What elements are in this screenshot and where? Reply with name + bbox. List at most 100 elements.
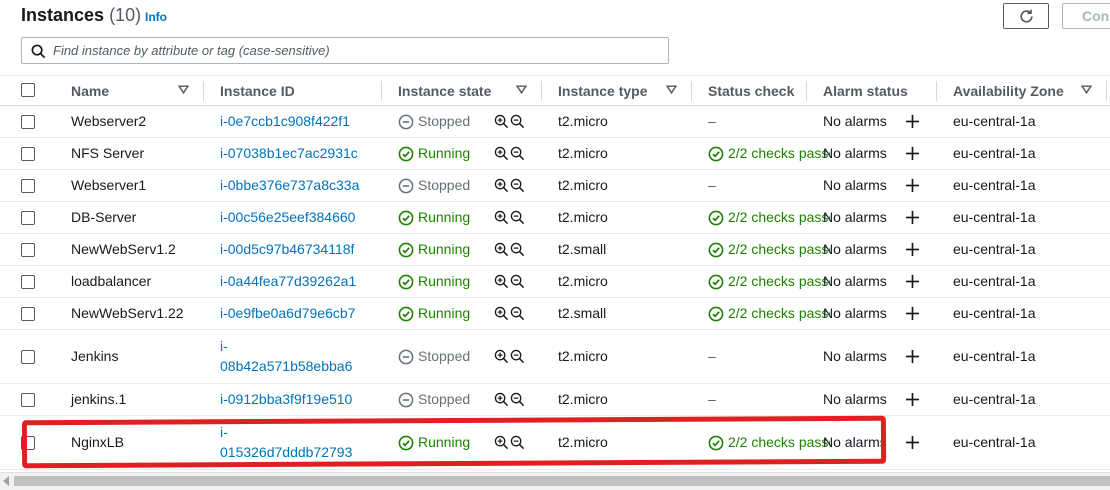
zoom-in-icon[interactable]	[494, 274, 509, 294]
column-divider	[936, 81, 937, 101]
add-alarm-plus-icon[interactable]	[905, 435, 920, 455]
status-check: –	[708, 177, 716, 193]
row-checkbox[interactable]	[21, 275, 35, 289]
add-alarm-plus-icon[interactable]	[905, 146, 920, 166]
sort-caret-icon[interactable]	[516, 84, 527, 95]
instance-type: t2.micro	[558, 145, 608, 161]
table-row[interactable]: Jenkins i- 08b42a571b58ebba6 Stopped t2.micr…	[0, 330, 1110, 384]
availability-zone: eu-central-1a	[953, 273, 1036, 289]
instance-state: Stopped	[418, 113, 471, 129]
stopped-circle-icon	[398, 178, 414, 199]
instance-type: t2.micro	[558, 391, 608, 407]
column-header-availability-zone[interactable]: Availability Zone	[953, 83, 1064, 99]
zoom-out-icon[interactable]	[510, 242, 525, 262]
zoom-out-icon[interactable]	[510, 349, 525, 369]
add-alarm-plus-icon[interactable]	[905, 274, 920, 294]
instance-state: Running	[418, 273, 471, 289]
add-alarm-plus-icon[interactable]	[905, 242, 920, 262]
zoom-out-icon[interactable]	[510, 306, 525, 326]
column-divider	[541, 81, 542, 101]
sort-caret-icon[interactable]	[666, 84, 677, 95]
instance-id-link-continued[interactable]: 08b42a571b58ebba6	[220, 358, 352, 374]
zoom-out-icon[interactable]	[510, 146, 525, 166]
scrollbar-thumb[interactable]	[14, 476, 1110, 486]
column-header-name[interactable]: Name	[71, 83, 109, 99]
instance-type: t2.small	[558, 241, 607, 257]
refresh-button[interactable]	[1003, 3, 1049, 29]
row-checkbox[interactable]	[21, 350, 35, 364]
instance-type: t2.micro	[558, 348, 608, 364]
table-row[interactable]: NewWebServ1.2 i-00d5c97b46734118f Running t…	[0, 234, 1110, 266]
instance-id-link[interactable]: i-0912bba3f9f19e510	[220, 391, 352, 407]
zoom-in-icon[interactable]	[494, 210, 509, 230]
table-row[interactable]: NFS Server i-07038b1ec7ac2931c Running t2.m…	[0, 138, 1110, 170]
zoom-out-icon[interactable]	[510, 114, 525, 134]
availability-zone: eu-central-1a	[953, 209, 1036, 225]
zoom-in-icon[interactable]	[494, 114, 509, 134]
zoom-out-icon[interactable]	[510, 210, 525, 230]
instance-id-link[interactable]: i-00d5c97b46734118f	[220, 241, 354, 257]
table-row[interactable]: NewWebServ1.22 i-0e9fbe0a6d79e6cb7 Running…	[0, 298, 1110, 330]
instance-id-link[interactable]: i-0a44fea77d39262a1	[220, 273, 356, 289]
row-checkbox[interactable]	[21, 307, 35, 321]
row-checkbox[interactable]	[21, 211, 35, 225]
stopped-circle-icon	[398, 114, 414, 135]
zoom-in-icon[interactable]	[494, 306, 509, 326]
instance-name: loadbalancer	[71, 273, 152, 289]
search-icon	[31, 44, 46, 59]
info-link[interactable]: Info	[145, 10, 167, 24]
alarm-status: No alarms	[823, 241, 887, 257]
add-alarm-plus-icon[interactable]	[905, 210, 920, 230]
connect-button[interactable]: Conn	[1062, 3, 1110, 29]
instance-id-link[interactable]: i-	[220, 338, 228, 354]
row-checkbox[interactable]	[21, 179, 35, 193]
table-row[interactable]: Webserver1 i-0bbe376e737a8c33a Stopped t2.m…	[0, 170, 1110, 202]
column-header-instance-type[interactable]: Instance type	[558, 83, 647, 99]
zoom-in-icon[interactable]	[494, 146, 509, 166]
sort-caret-icon[interactable]	[178, 84, 189, 95]
horizontal-scrollbar[interactable]	[0, 472, 1110, 490]
sort-caret-icon[interactable]	[1081, 84, 1092, 95]
row-checkbox[interactable]	[21, 115, 35, 129]
scroll-left-arrow-icon[interactable]	[3, 476, 9, 486]
column-header-alarm-status[interactable]: Alarm status	[823, 83, 908, 99]
column-header-instance-id[interactable]: Instance ID	[220, 83, 295, 99]
table-row[interactable]: DB-Server i-00c56e25eef384660 Running t2.mi…	[0, 202, 1110, 234]
instance-type: t2.small	[558, 305, 607, 321]
availability-zone: eu-central-1a	[953, 434, 1036, 450]
search-box[interactable]	[21, 37, 669, 64]
select-all-checkbox[interactable]	[21, 83, 35, 97]
table-row[interactable]: jenkins.1 i-0912bba3f9f19e510 Stopped t2.mi…	[0, 384, 1110, 416]
column-header-status-check[interactable]: Status check	[708, 83, 794, 99]
zoom-out-icon[interactable]	[510, 178, 525, 198]
add-alarm-plus-icon[interactable]	[905, 349, 920, 369]
zoom-out-icon[interactable]	[510, 274, 525, 294]
row-checkbox[interactable]	[21, 393, 35, 407]
instance-id-link[interactable]: i-0bbe376e737a8c33a	[220, 177, 359, 193]
search-input[interactable]	[53, 40, 653, 60]
instance-id-link[interactable]: i-0e7ccb1c908f422f1	[220, 113, 350, 129]
instance-name: Jenkins	[71, 348, 119, 364]
table-row[interactable]: loadbalancer i-0a44fea77d39262a1 Running t2…	[0, 266, 1110, 298]
instance-type: t2.micro	[558, 273, 608, 289]
zoom-in-icon[interactable]	[494, 178, 509, 198]
instance-id-link[interactable]: i-00c56e25eef384660	[220, 209, 355, 225]
row-checkbox[interactable]	[21, 147, 35, 161]
zoom-in-icon[interactable]	[494, 392, 509, 412]
instance-name: DB-Server	[71, 209, 137, 225]
zoom-in-icon[interactable]	[494, 349, 509, 369]
column-header-instance-state[interactable]: Instance state	[398, 83, 491, 99]
instance-state: Stopped	[418, 177, 471, 193]
table-row[interactable]: Webserver2 i-0e7ccb1c908f422f1 Stopped t2.m…	[0, 106, 1110, 138]
add-alarm-plus-icon[interactable]	[905, 178, 920, 198]
add-alarm-plus-icon[interactable]	[905, 306, 920, 326]
alarm-status: No alarms	[823, 305, 887, 321]
instance-id-link[interactable]: i-07038b1ec7ac2931c	[220, 145, 358, 161]
instance-id-link[interactable]: i-0e9fbe0a6d79e6cb7	[220, 305, 355, 321]
add-alarm-plus-icon[interactable]	[905, 392, 920, 412]
zoom-out-icon[interactable]	[510, 392, 525, 412]
zoom-in-icon[interactable]	[494, 242, 509, 262]
availability-zone: eu-central-1a	[953, 391, 1036, 407]
add-alarm-plus-icon[interactable]	[905, 114, 920, 134]
row-checkbox[interactable]	[21, 243, 35, 257]
